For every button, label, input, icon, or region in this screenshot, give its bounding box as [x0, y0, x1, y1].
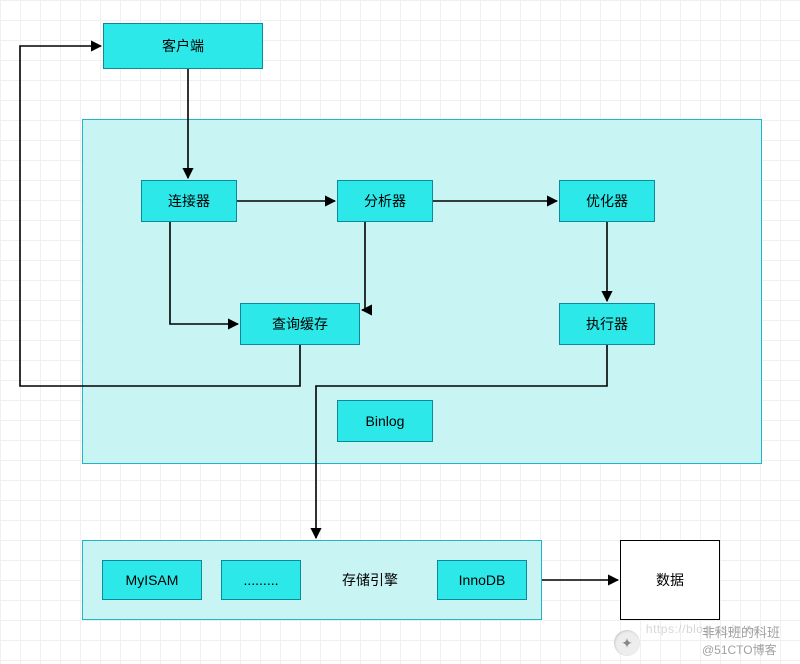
- client-label: 客户端: [162, 36, 204, 56]
- edge-connector-cache: [170, 222, 238, 324]
- data-label: 数据: [656, 570, 684, 590]
- engine-myisam-label: MyISAM: [126, 572, 179, 588]
- watermark-bubble-icon: ✦: [614, 630, 640, 656]
- engine-dots-label: .........: [243, 572, 278, 588]
- watermark-brand: 非科班的科班: [702, 625, 780, 640]
- engine-innodb: InnoDB: [437, 560, 527, 600]
- executor-node: 执行器: [559, 303, 655, 345]
- executor-label: 执行器: [586, 314, 628, 334]
- optimizer-label: 优化器: [586, 191, 628, 211]
- optimizer-node: 优化器: [559, 180, 655, 222]
- storage-engines-label: 存储引擎: [315, 560, 425, 600]
- engine-innodb-label: InnoDB: [459, 572, 506, 588]
- engine-dots: .........: [221, 560, 301, 600]
- client-node: 客户端: [103, 23, 263, 69]
- parser-node: 分析器: [337, 180, 433, 222]
- connector-node: 连接器: [141, 180, 237, 222]
- parser-label: 分析器: [364, 191, 406, 211]
- cache-node: 查询缓存: [240, 303, 360, 345]
- binlog-label: Binlog: [366, 413, 405, 429]
- cache-label: 查询缓存: [272, 314, 328, 334]
- data-node: 数据: [620, 540, 720, 620]
- engine-myisam: MyISAM: [102, 560, 202, 600]
- watermark-text: 非科班的科班 @51CTO博客: [702, 622, 780, 658]
- binlog-node: Binlog: [337, 400, 433, 442]
- connector-label: 连接器: [168, 191, 210, 211]
- storage-label-text: 存储引擎: [342, 570, 398, 590]
- edge-parser-cache: [362, 222, 365, 310]
- watermark-cto: @51CTO博客: [702, 643, 777, 657]
